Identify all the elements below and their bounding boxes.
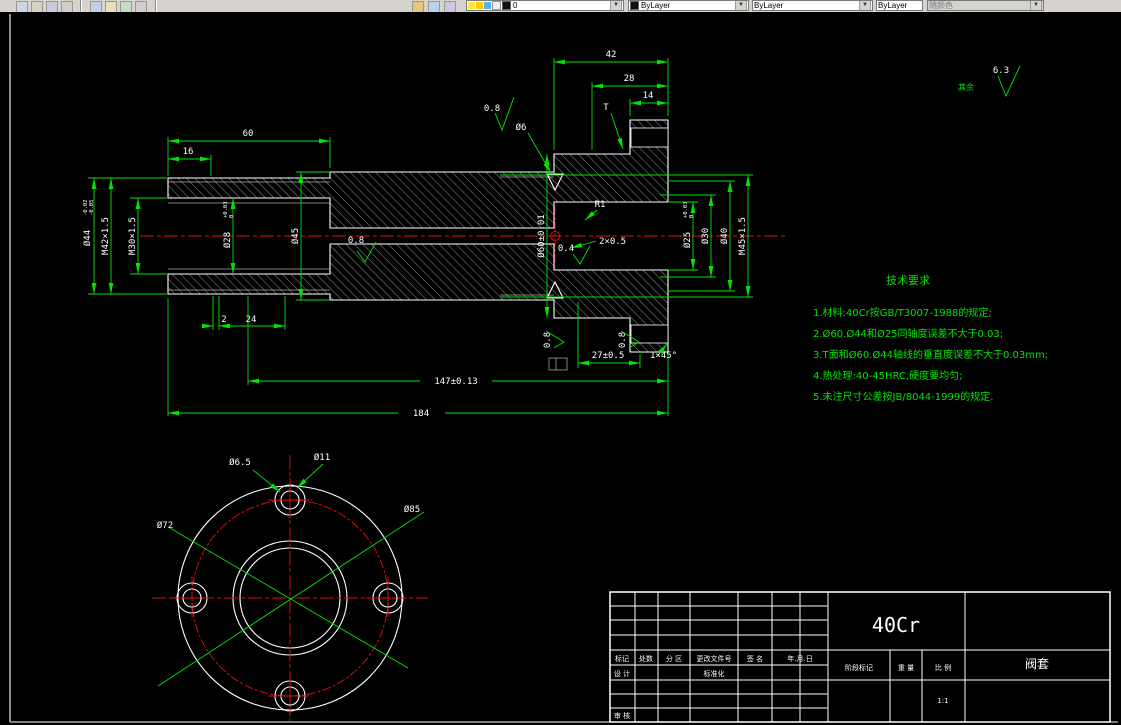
dim-2[interactable]: 2 [221, 315, 226, 325]
plotstyle-value: 随颜色 [929, 1, 953, 10]
dim-dia40[interactable]: Ø40 [719, 228, 730, 244]
bolt-hole[interactable] [268, 674, 312, 718]
toolbar-separator [80, 0, 82, 12]
dropdown-arrow-icon[interactable]: ▼ [610, 1, 622, 10]
roughness-0.8-top[interactable]: 0.8 [484, 104, 500, 114]
roughness-0.4[interactable]: 0.4 [558, 244, 574, 254]
roughness-0.8-bore[interactable]: 0.8 [348, 236, 364, 246]
bolt-hole[interactable] [268, 478, 312, 522]
title-block[interactable]: 40Cr 阀套 标记 处数 分 区 更改文件号 签 名 年.月.日 设 计 标准… [609, 591, 1111, 723]
titleblock-label-scale: 比 例 [935, 663, 951, 672]
surface-roughness-note[interactable]: 6.3 其余 [958, 65, 1021, 98]
rest-label[interactable]: 其余 [958, 82, 974, 92]
tech-req-line-2[interactable]: 2.Ø60.Ø44和Ø25同轴度误差不大于0.03; [813, 327, 1003, 340]
tech-req-line-5[interactable]: 5.未注尺寸公差按JB/8044-1999的规定. [813, 390, 993, 403]
roughness-6.3[interactable]: 6.3 [993, 66, 1009, 76]
linetype-combo[interactable]: ByLayer ▼ [752, 0, 873, 11]
dim-dia85[interactable]: Ø85 [404, 504, 420, 515]
color-combo[interactable]: ByLayer ▼ [628, 0, 749, 11]
titleblock-scale-value: 1:1 [937, 697, 948, 705]
color-swatch [630, 1, 639, 10]
drawing-canvas[interactable]: 60 16 42 28 14 T Ø6 0.8 0.8 0.4 2 24 147… [0, 12, 1121, 725]
section-dimensions[interactable]: 60 16 42 28 14 T Ø6 0.8 0.8 0.4 2 24 147… [82, 50, 753, 419]
dim-dia60[interactable]: Ø60±0.01 [536, 214, 547, 257]
titleblock-label-count: 处数 [639, 654, 653, 663]
dim-14[interactable]: 14 [643, 91, 654, 101]
lineweight-value: ByLayer [878, 1, 908, 10]
dim-chamfer[interactable]: 1×45° [650, 351, 677, 361]
titleblock-label-date: 年.月.日 [787, 654, 812, 663]
dim-dia28[interactable]: Ø28 [222, 232, 233, 248]
dim-60[interactable]: 60 [243, 129, 254, 139]
dim-dia44-tol-lo[interactable]: -0.05 [89, 199, 95, 216]
titleblock-label-mark: 标记 [615, 654, 629, 663]
layer-value: 0 [513, 1, 518, 10]
dropdown-arrow-icon[interactable]: ▼ [735, 1, 747, 10]
titleblock-label-stage: 阶段标记 [845, 663, 873, 672]
dim-m45[interactable]: M45×1.5 [738, 217, 748, 255]
layer-plot-icon [492, 1, 501, 10]
tech-req-line-3[interactable]: 3.T面和Ø60.Ø44轴线的垂直度误差不大于0.03mm; [813, 348, 1048, 361]
linetype-value: ByLayer [754, 1, 784, 10]
tech-req-line-4[interactable]: 4.热处理:40-45HRC,硬度要均匀; [813, 369, 962, 382]
toolbar-separator [155, 0, 157, 12]
dim-147[interactable]: 147±0.13 [434, 377, 477, 387]
titleblock-label-weight: 重 量 [898, 664, 914, 672]
dim-184[interactable]: 184 [413, 409, 429, 419]
label-t-face[interactable]: T [603, 103, 609, 113]
color-value: ByLayer [641, 1, 671, 10]
plotstyle-combo[interactable]: 随颜色 ▼ [927, 0, 1044, 11]
titleblock-part-name[interactable]: 阀套 [1025, 657, 1049, 671]
dim-24[interactable]: 24 [246, 315, 257, 325]
dim-dia72[interactable]: Ø72 [157, 520, 173, 531]
dim-27[interactable]: 27±0.5 [592, 351, 625, 361]
roughness-icon[interactable] [572, 245, 591, 265]
dim-m42[interactable]: M42×1.5 [101, 217, 111, 255]
dim-groove[interactable]: 2×0.5 [599, 237, 626, 247]
dim-dia6.5[interactable]: Ø6.5 [229, 457, 251, 468]
dim-dia25[interactable]: Ø25 [682, 232, 693, 248]
dim-dia6[interactable]: Ø6 [516, 122, 527, 133]
layer-on-icon [468, 2, 475, 9]
dropdown-arrow-icon: ▼ [1030, 1, 1042, 10]
dim-dia45[interactable]: Ø45 [290, 228, 301, 244]
dim-r1[interactable]: R1 [595, 200, 606, 210]
titleblock-material[interactable]: 40Cr [872, 613, 920, 637]
layer-combo[interactable]: 0 ▼ [466, 0, 624, 11]
dia11-leader[interactable] [296, 463, 324, 489]
roughness-0.8-left[interactable]: 0.8 [543, 330, 565, 349]
sheet-frame [9, 14, 1118, 723]
dim-16[interactable]: 16 [183, 147, 194, 157]
dim-dia44[interactable]: Ø44 [82, 230, 93, 246]
dim-m30[interactable]: M30×1.5 [128, 217, 138, 255]
dim-dia11[interactable]: Ø11 [314, 452, 330, 463]
dim-dia25-tol-lo[interactable]: 0 [689, 215, 695, 218]
dropdown-arrow-icon[interactable]: ▼ [859, 1, 871, 10]
layer-lock-icon [484, 2, 491, 9]
titleblock-label-audit: 审 核 [614, 711, 630, 720]
titleblock-label-design: 设 计 [614, 669, 630, 678]
titleblock-label-zone: 分 区 [666, 654, 682, 663]
cad-application-window: 0 ▼ ByLayer ▼ ByLayer ▼ ByLayer 随颜色 ▼ 60… [0, 0, 1121, 725]
tech-req-line-1[interactable]: 1.材料:40Cr按GB/T3007-1988的规定; [813, 306, 992, 319]
lineweight-combo[interactable]: ByLayer [876, 0, 923, 11]
layer-thaw-icon [476, 2, 483, 9]
dim-42[interactable]: 42 [606, 50, 617, 60]
dim-dia30[interactable]: Ø30 [700, 228, 711, 244]
titleblock-label-sign: 签 名 [747, 654, 763, 663]
technical-requirements[interactable]: 技术要求 1.材料:40Cr按GB/T3007-1988的规定; 2.Ø60.Ø… [813, 274, 1048, 403]
bolt-hole[interactable] [170, 576, 214, 620]
model-space-canvas[interactable]: 60 16 42 28 14 T Ø6 0.8 0.8 0.4 2 24 147… [0, 12, 1121, 725]
flange-bolt-hole-section[interactable] [630, 127, 669, 148]
front-view[interactable]: Ø6.5 Ø11 Ø85 Ø72 [152, 452, 428, 721]
titleblock-label-change-doc: 更改文件号 [697, 654, 732, 663]
titleblock-label-standard: 标准化 [704, 669, 725, 678]
dim-28[interactable]: 28 [624, 74, 635, 84]
bolt-hole[interactable] [366, 576, 410, 620]
datum-frame[interactable] [548, 357, 568, 371]
dim-dia28-tol-lo[interactable]: 0 [229, 215, 235, 218]
tech-req-title[interactable]: 技术要求 [886, 274, 930, 287]
layer-color-swatch [502, 1, 511, 10]
